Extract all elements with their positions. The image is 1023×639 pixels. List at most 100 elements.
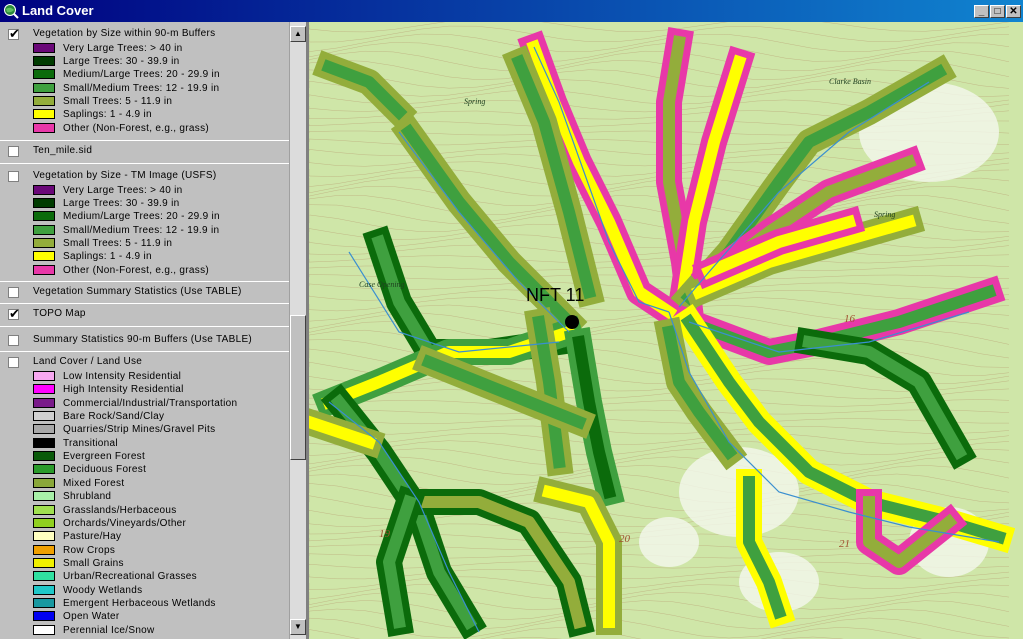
swatch-landcover-18 — [33, 611, 55, 621]
map-label: Clarke Basin — [829, 77, 871, 86]
layer-veg-tm-checkbox[interactable] — [8, 171, 19, 182]
contour-line — [309, 254, 1010, 264]
swatch-landcover-11 — [33, 518, 55, 528]
contour-line — [309, 583, 1010, 600]
contour-line — [309, 617, 1010, 639]
layer-topo-title: TOPO Map — [33, 308, 86, 319]
swatch-label: Urban/Recreational Grasses — [63, 571, 197, 582]
map-label: Case Opening — [359, 280, 405, 289]
up-arrow-icon: ▲ — [294, 29, 302, 38]
layer-summary-stats-checkbox[interactable] — [8, 335, 19, 346]
swatch-label: Other (Non-Forest, e.g., grass) — [63, 123, 210, 134]
maximize-button[interactable]: □ — [990, 5, 1005, 18]
scroll-thumb[interactable] — [290, 315, 306, 460]
topo-map[interactable]: Spring Clarke Basin Spring Case Opening 16 20… — [309, 22, 1023, 639]
swatch-veg90-1 — [33, 56, 55, 66]
swatch-label: Saplings: 1 - 4.9 in — [63, 109, 152, 120]
swatch-landcover-16 — [33, 585, 55, 595]
contour-line — [309, 456, 1010, 476]
contour-line — [309, 42, 1010, 62]
swatch-landcover-19 — [33, 625, 55, 635]
swatch-landcover-14 — [33, 558, 55, 568]
swatch-label: Transitional — [63, 438, 118, 449]
swatch-label: Very Large Trees: > 40 in — [63, 185, 183, 196]
layer-veg-90m-title: Vegetation by Size within 90-m Buffers — [33, 28, 216, 39]
legend-separator — [0, 163, 289, 164]
swatch-landcover-8 — [33, 478, 55, 488]
legend-separator — [0, 281, 289, 282]
map-label: 21 — [839, 538, 850, 550]
swatch-vegtm-0 — [33, 185, 55, 195]
swatch-landcover-1 — [33, 384, 55, 394]
swatch-veg90-0 — [33, 43, 55, 53]
contour-line — [309, 608, 1010, 630]
map-view[interactable]: Spring Clarke Basin Spring Case Opening 16 20… — [309, 22, 1023, 639]
scroll-down-button[interactable]: ▼ — [290, 619, 306, 635]
swatch-landcover-10 — [33, 505, 55, 515]
site-label: NFT 11 — [526, 285, 585, 305]
contour-line — [309, 425, 1010, 435]
swatch-landcover-17 — [33, 598, 55, 608]
legend-separator — [0, 326, 289, 327]
contour-line — [309, 409, 1010, 415]
legend-separator — [0, 351, 289, 352]
contour-line — [309, 600, 1010, 620]
swatch-label: Perennial Ice/Snow — [63, 625, 155, 636]
layer-veg-tm-title: Vegetation by Size - TM Image (USFS) — [33, 170, 217, 181]
layer-summary-stats-title: Summary Statistics 90-m Buffers (Use TAB… — [33, 334, 253, 345]
swatch-landcover-5 — [33, 438, 55, 448]
contour-line — [309, 399, 1010, 407]
ridge-patch — [639, 517, 699, 567]
swatch-label: Large Trees: 30 - 39.9 in — [63, 198, 180, 209]
swatch-label: Bare Rock/Sand/Clay — [63, 411, 165, 422]
swatch-label: Small Grains — [63, 558, 124, 569]
close-icon: ✕ — [1009, 6, 1018, 17]
swatch-label: Saplings: 1 - 4.9 in — [63, 251, 152, 262]
swatch-label: High Intensity Residential — [63, 384, 184, 395]
swatch-label: Shrubland — [63, 491, 112, 502]
legend-scrollbar[interactable]: ▲ ▼ — [289, 22, 306, 639]
layer-veg-90m-checkbox[interactable] — [8, 26, 20, 42]
window-titlebar[interactable]: Land Cover _ □ ✕ — [0, 0, 1023, 22]
swatch-label: Open Water — [63, 611, 120, 622]
contour-line — [309, 576, 1010, 590]
swatch-landcover-2 — [33, 398, 55, 408]
layer-topo-checkbox[interactable] — [8, 306, 20, 322]
swatch-label: Emergent Herbaceous Wetlands — [63, 598, 216, 609]
swatch-label: Row Crops — [63, 545, 116, 556]
swatch-vegtm-1 — [33, 198, 55, 208]
swatch-label: Mixed Forest — [63, 478, 125, 489]
layer-land-cover-title: Land Cover / Land Use — [33, 356, 143, 367]
maximize-icon: □ — [994, 6, 1001, 17]
layer-veg-summary-title: Vegetation Summary Statistics (Use TABLE… — [33, 286, 242, 297]
swatch-label: Medium/Large Trees: 20 - 29.9 in — [63, 69, 220, 80]
minimize-button[interactable]: _ — [974, 5, 989, 18]
swatch-veg90-3 — [33, 83, 55, 93]
swatch-vegtm-4 — [33, 238, 55, 248]
swatch-label: Small Trees: 5 - 11.9 in — [63, 238, 173, 249]
swatch-landcover-3 — [33, 411, 55, 421]
scroll-up-button[interactable]: ▲ — [290, 26, 306, 42]
site-marker[interactable] — [565, 315, 579, 329]
contour-line — [309, 448, 1010, 466]
swatch-veg90-4 — [33, 96, 55, 106]
swatch-label: Small Trees: 5 - 11.9 in — [63, 96, 173, 107]
minimize-icon: _ — [978, 6, 985, 17]
map-label: 19 — [379, 528, 391, 540]
legend-separator — [0, 140, 289, 141]
contour-line — [309, 60, 1010, 80]
swatch-label: Pasture/Hay — [63, 531, 122, 542]
layer-land-cover-checkbox[interactable] — [8, 357, 19, 368]
contour-line — [309, 25, 1010, 43]
map-label: 20 — [619, 533, 631, 545]
swatch-landcover-6 — [33, 451, 55, 461]
close-button[interactable]: ✕ — [1006, 5, 1021, 18]
window-title: Land Cover — [22, 3, 94, 18]
layer-tenmile-checkbox[interactable] — [8, 146, 19, 157]
swatch-landcover-9 — [33, 491, 55, 501]
layer-veg-summary-checkbox[interactable] — [8, 287, 19, 298]
swatch-label: Grasslands/Herbaceous — [63, 505, 177, 516]
swatch-vegtm-3 — [33, 225, 55, 235]
contour-line — [309, 50, 1010, 72]
swatch-landcover-12 — [33, 531, 55, 541]
